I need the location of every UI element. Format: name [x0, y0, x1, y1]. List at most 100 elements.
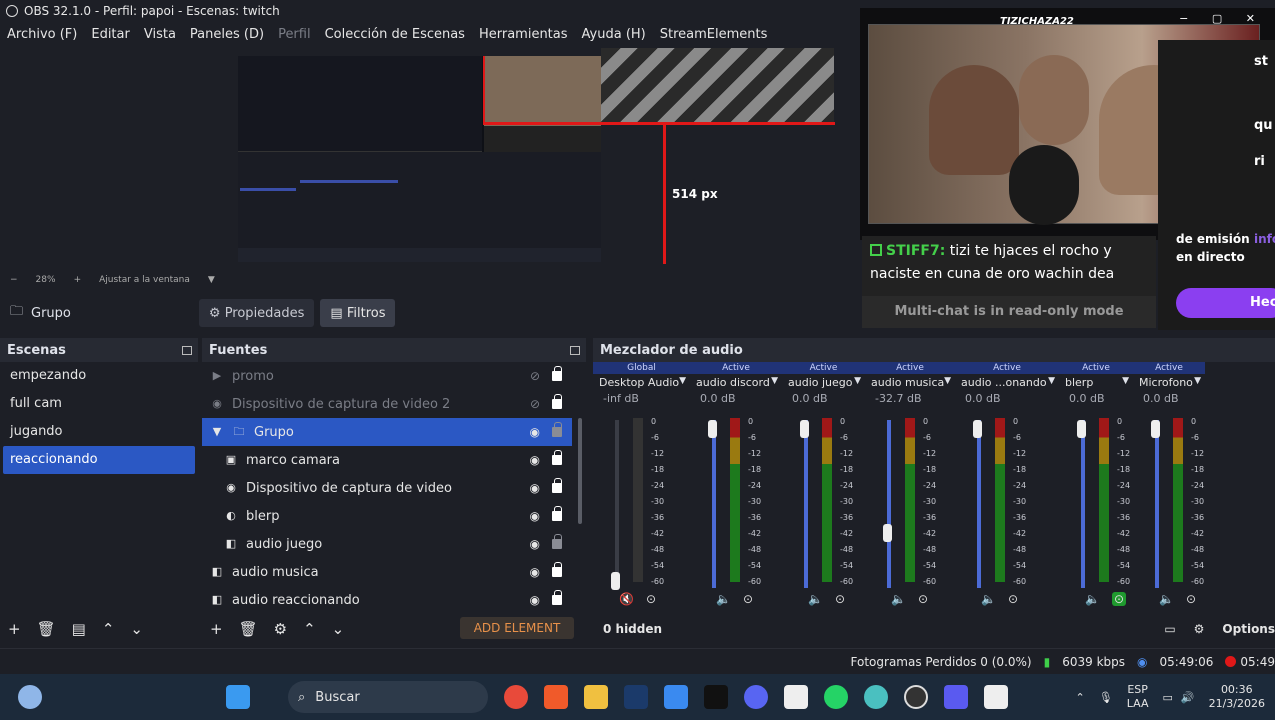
taskbar-search[interactable]: ⌕ Buscar: [288, 681, 488, 713]
monitor-icon[interactable]: ⊙: [743, 592, 753, 606]
menu-vista[interactable]: Vista: [144, 27, 176, 42]
volume-knob[interactable]: [611, 572, 620, 590]
gear-icon[interactable]: ⚙: [274, 620, 287, 638]
source-item[interactable]: ◧ audio musica ◉: [202, 558, 572, 586]
capcut-icon[interactable]: [984, 685, 1008, 709]
lock-icon[interactable]: [552, 478, 562, 493]
monitor-icon[interactable]: ⊙: [835, 592, 845, 606]
scene-item[interactable]: empezando: [0, 362, 198, 390]
volume-icon[interactable]: 🔊: [1181, 691, 1195, 704]
speaker-icon[interactable]: 🔈: [981, 592, 996, 606]
lock-icon[interactable]: [552, 394, 562, 409]
lock-icon[interactable]: [552, 366, 562, 381]
undock-icon[interactable]: [182, 345, 192, 355]
whatsapp-icon[interactable]: [824, 685, 848, 709]
chevron-down-icon[interactable]: ▼: [210, 425, 224, 439]
add-icon[interactable]: +: [8, 620, 21, 638]
eye-icon[interactable]: ◉: [530, 593, 540, 607]
source-item[interactable]: ◉ Dispositivo de captura de video 2 ⊘: [202, 390, 572, 418]
chevron-down-icon[interactable]: ▼: [208, 275, 215, 285]
lock-icon[interactable]: [552, 422, 562, 437]
chevron-down-icon[interactable]: ▼: [854, 376, 861, 386]
arrow-down-icon[interactable]: ⌄: [130, 620, 143, 638]
lock-icon[interactable]: [552, 590, 562, 605]
lock-icon[interactable]: [552, 450, 562, 465]
volume-slider[interactable]: [1155, 420, 1159, 588]
add-icon[interactable]: +: [210, 620, 223, 638]
scrollbar[interactable]: [578, 418, 582, 524]
mic-icon[interactable]: 🎙: [1099, 691, 1113, 704]
store-icon[interactable]: [664, 685, 688, 709]
monitor-icon[interactable]: ⊙: [646, 592, 656, 606]
speaker-icon[interactable]: 🔈: [1085, 592, 1100, 606]
steam-icon[interactable]: [624, 685, 648, 709]
speaker-icon[interactable]: 🔈: [1159, 592, 1174, 606]
source-item[interactable]: ◉ Dispositivo de captura de video ◉: [202, 474, 572, 502]
volume-slider[interactable]: [887, 420, 891, 588]
channel-name[interactable]: audio juego: [782, 374, 865, 392]
menu-editar[interactable]: Editar: [91, 27, 130, 42]
menu-paneles[interactable]: Paneles (D): [190, 27, 264, 42]
lock-icon[interactable]: [552, 562, 562, 577]
scene-item-selected[interactable]: reaccionando: [3, 446, 195, 474]
network-icon[interactable]: ▭: [1162, 691, 1172, 704]
brave-icon[interactable]: [544, 685, 568, 709]
properties-button[interactable]: ⚙ Propiedades: [198, 299, 315, 327]
layout-icon[interactable]: ▭: [1164, 622, 1175, 636]
volume-knob[interactable]: [800, 420, 809, 438]
lock-icon[interactable]: [552, 534, 562, 549]
chevron-down-icon[interactable]: ▼: [1194, 376, 1201, 386]
add-element-button[interactable]: ADD ELEMENT: [460, 617, 574, 639]
lock-icon[interactable]: [552, 506, 562, 521]
options-button[interactable]: Options: [1222, 622, 1275, 636]
fit-window-button[interactable]: Ajustar a la ventana: [99, 275, 190, 285]
volume-knob[interactable]: [1077, 420, 1086, 438]
eye-icon[interactable]: ◉: [530, 537, 540, 551]
tiktok-icon[interactable]: [704, 685, 728, 709]
speaker-icon[interactable]: 🔈: [716, 592, 731, 606]
weather-icon[interactable]: [18, 685, 42, 709]
monitor-icon[interactable]: ⊙: [918, 592, 928, 606]
capcut-icon[interactable]: [784, 685, 808, 709]
trash-icon[interactable]: 🗑: [37, 620, 56, 638]
scene-item[interactable]: full cam: [0, 390, 198, 418]
chrome-icon[interactable]: [504, 685, 528, 709]
speaker-icon[interactable]: 🔈: [891, 592, 906, 606]
channel-name[interactable]: audio ...onando: [955, 374, 1059, 392]
folder-icon[interactable]: [584, 685, 608, 709]
volume-slider[interactable]: [712, 420, 716, 588]
chevron-up-icon[interactable]: ⌃: [1076, 691, 1085, 704]
source-item[interactable]: ◧ audio reaccionando ◉: [202, 586, 572, 614]
monitor-icon[interactable]: ⊙: [1111, 592, 1127, 606]
eye-icon[interactable]: ◉: [530, 425, 540, 439]
eye-icon[interactable]: ◉: [530, 509, 540, 523]
eye-icon[interactable]: ◉: [530, 565, 540, 579]
menu-herramientas[interactable]: Herramientas: [479, 27, 568, 42]
source-item[interactable]: ▣ marco camara ◉: [202, 446, 572, 474]
menu-archivo[interactable]: Archivo (F): [7, 27, 77, 42]
undock-icon[interactable]: [570, 345, 580, 355]
monitor-icon[interactable]: ⊙: [1186, 592, 1196, 606]
volume-slider[interactable]: [977, 420, 981, 588]
trash-icon[interactable]: 🗑: [239, 620, 258, 638]
eye-icon[interactable]: ◉: [530, 481, 540, 495]
preview-canvas[interactable]: [238, 56, 601, 262]
scene-item[interactable]: jugando: [0, 418, 198, 446]
channel-name[interactable]: Desktop Audio: [593, 374, 690, 392]
muted-speaker-icon[interactable]: 🔇: [619, 592, 634, 606]
chevron-down-icon[interactable]: ▼: [771, 376, 778, 386]
arrow-down-icon[interactable]: ⌄: [332, 620, 345, 638]
language-indicator[interactable]: ESP LAA: [1127, 683, 1149, 711]
volume-slider[interactable]: [804, 420, 808, 588]
chevron-down-icon[interactable]: ▼: [1122, 376, 1129, 386]
speaker-icon[interactable]: 🔈: [808, 592, 823, 606]
source-item-selected[interactable]: ▼ 🗀 Grupo ◉: [202, 418, 572, 446]
filter-icon[interactable]: ▤: [72, 620, 86, 638]
done-button[interactable]: Hecho: [1176, 288, 1275, 318]
volume-slider[interactable]: [1081, 420, 1085, 588]
filters-button[interactable]: ▤ Filtros: [320, 299, 396, 327]
window-controls-icon[interactable]: − ▢ ✕: [1179, 12, 1265, 25]
windows-start-icon[interactable]: [226, 685, 250, 709]
eye-hidden-icon[interactable]: ⊘: [530, 397, 540, 411]
chevron-down-icon[interactable]: ▼: [679, 376, 686, 386]
